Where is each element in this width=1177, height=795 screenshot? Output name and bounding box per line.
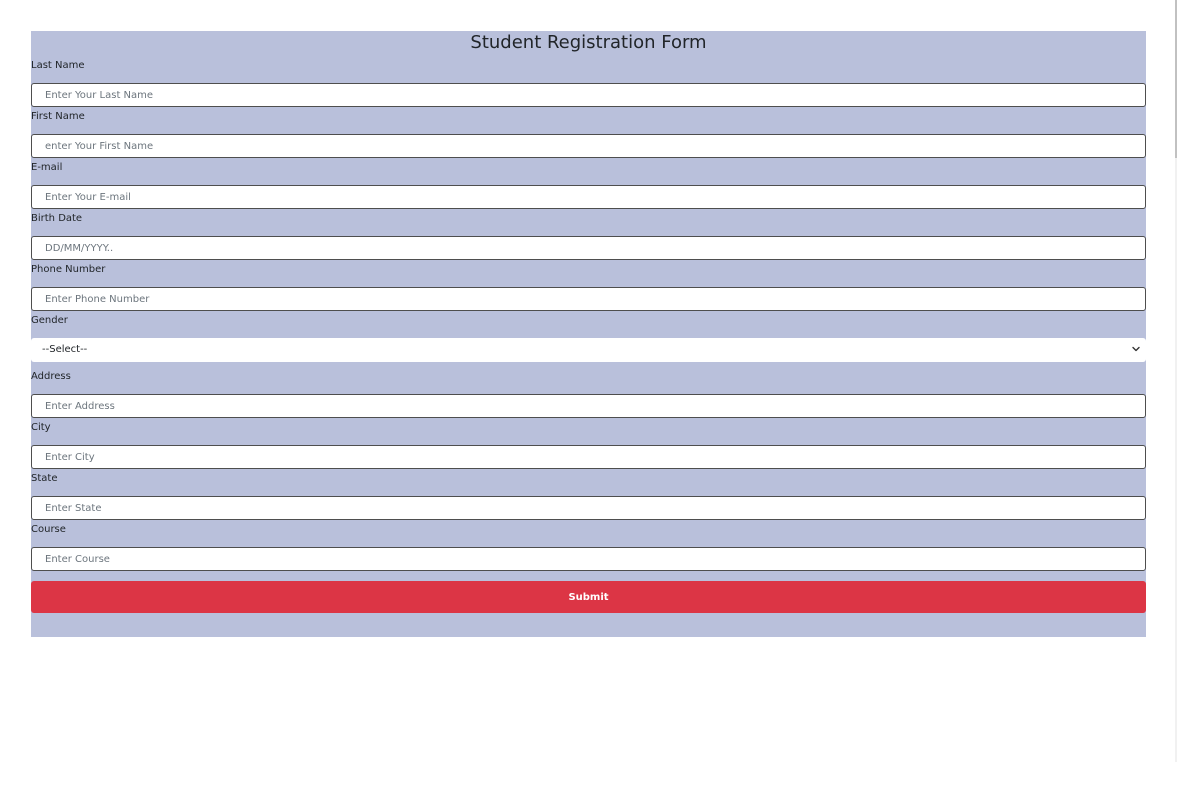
submit-button[interactable]: Submit xyxy=(31,581,1146,613)
birth-date-field: Birth Date xyxy=(31,209,1146,260)
student-registration-form: Student Registration Form Last Name Firs… xyxy=(31,31,1146,637)
state-input[interactable] xyxy=(31,496,1146,520)
email-label: E-mail xyxy=(31,162,63,173)
birth-date-input[interactable] xyxy=(31,236,1146,260)
state-label: State xyxy=(31,473,58,484)
last-name-input[interactable] xyxy=(31,83,1146,107)
birth-date-label: Birth Date xyxy=(31,213,83,224)
phone-number-field: Phone Number xyxy=(31,260,1146,311)
last-name-field: Last Name xyxy=(31,56,1146,107)
course-input[interactable] xyxy=(31,547,1146,571)
form-title: Student Registration Form xyxy=(470,32,707,53)
course-label: Course xyxy=(31,524,66,535)
phone-number-label: Phone Number xyxy=(31,264,106,275)
gender-field: Gender --Select-- xyxy=(31,311,1146,362)
last-name-label: Last Name xyxy=(31,60,85,71)
first-name-field: First Name xyxy=(31,107,1146,158)
page: Student Registration Form Last Name Firs… xyxy=(0,0,1177,795)
address-input[interactable] xyxy=(31,394,1146,418)
address-label: Address xyxy=(31,371,71,382)
submit-spacer xyxy=(31,571,1146,581)
first-name-label: First Name xyxy=(31,111,85,122)
city-label: City xyxy=(31,422,51,433)
course-field: Course xyxy=(31,520,1146,571)
email-input[interactable] xyxy=(31,185,1146,209)
state-field: State xyxy=(31,469,1146,520)
gender-select-value: --Select-- xyxy=(42,344,88,355)
city-input[interactable] xyxy=(31,445,1146,469)
gender-select[interactable]: --Select-- xyxy=(31,338,1146,362)
chevron-down-icon xyxy=(1132,346,1140,352)
address-field: Address xyxy=(31,367,1146,418)
gender-label: Gender xyxy=(31,315,68,326)
phone-number-input[interactable] xyxy=(31,287,1146,311)
first-name-input[interactable] xyxy=(31,134,1146,158)
city-field: City xyxy=(31,418,1146,469)
email-field: E-mail xyxy=(31,158,1146,209)
